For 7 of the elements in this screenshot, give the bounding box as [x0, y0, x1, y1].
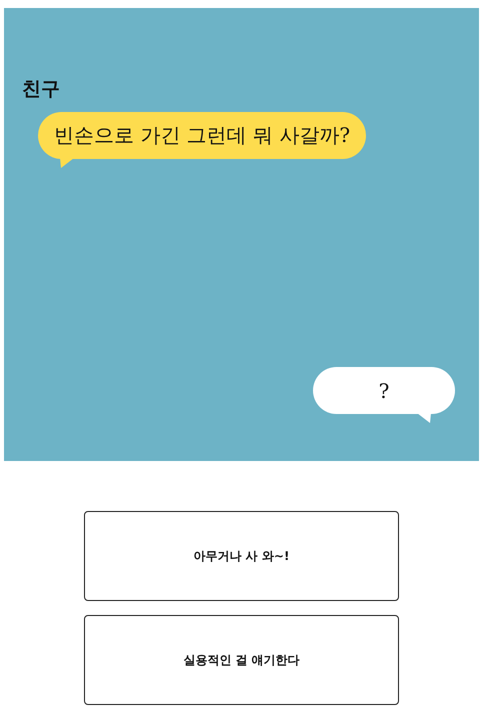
- choice-button[interactable]: 실용적인 걸 얘기한다: [84, 615, 399, 705]
- speech-bubble: 빈손으로 가긴 그런데 뭐 사갈까?: [38, 112, 366, 159]
- bubble-tail-icon: [417, 413, 431, 423]
- bubble-tail-icon: [60, 158, 74, 168]
- speaker-name: 친구: [22, 77, 61, 102]
- speech-bubble: ?: [313, 367, 455, 414]
- choice-button[interactable]: 아무거나 사 와~!: [84, 511, 399, 601]
